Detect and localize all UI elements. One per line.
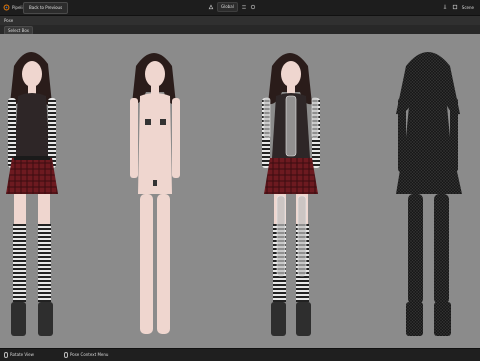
scene-name[interactable]: Scene [462,5,474,10]
status-bar: Rotate View Pose Context Menu [0,348,480,361]
pose-menu[interactable]: Pose [4,17,13,24]
top-header-bar: Pipeline Back to Previous Global Scene [0,0,480,16]
transform-icon[interactable] [208,4,214,10]
snap-icon[interactable] [241,4,247,10]
tool-settings-bar: Select Box [0,25,480,35]
nude-figure[interactable] [130,53,180,334]
status-context-label: Pose Context Menu [70,352,109,357]
scene-selector: Scene [442,2,474,12]
clothed-figure[interactable] [6,51,58,336]
status-rotate-label: Rotate View [10,352,34,357]
status-rotate-view: Rotate View [4,352,34,358]
blender-logo-icon[interactable] [3,4,10,11]
rigged-figure[interactable] [262,53,320,336]
mouse-icon [64,352,68,358]
mouse-icon [4,352,8,358]
status-pose-context-menu: Pose Context Menu [64,352,108,358]
wireframe-figure[interactable] [396,52,462,336]
proportional-icon[interactable] [250,4,256,10]
transform-orientation-select[interactable]: Global [217,2,238,12]
back-to-previous-button[interactable]: Back to Previous [23,2,69,14]
scene-icon[interactable] [452,4,458,10]
transform-orientation-group: Global [208,2,256,12]
viewport-canvas [6,51,462,336]
editor-header: Pose [0,16,480,25]
3d-viewport[interactable] [0,34,480,348]
pin-icon[interactable] [442,4,448,10]
